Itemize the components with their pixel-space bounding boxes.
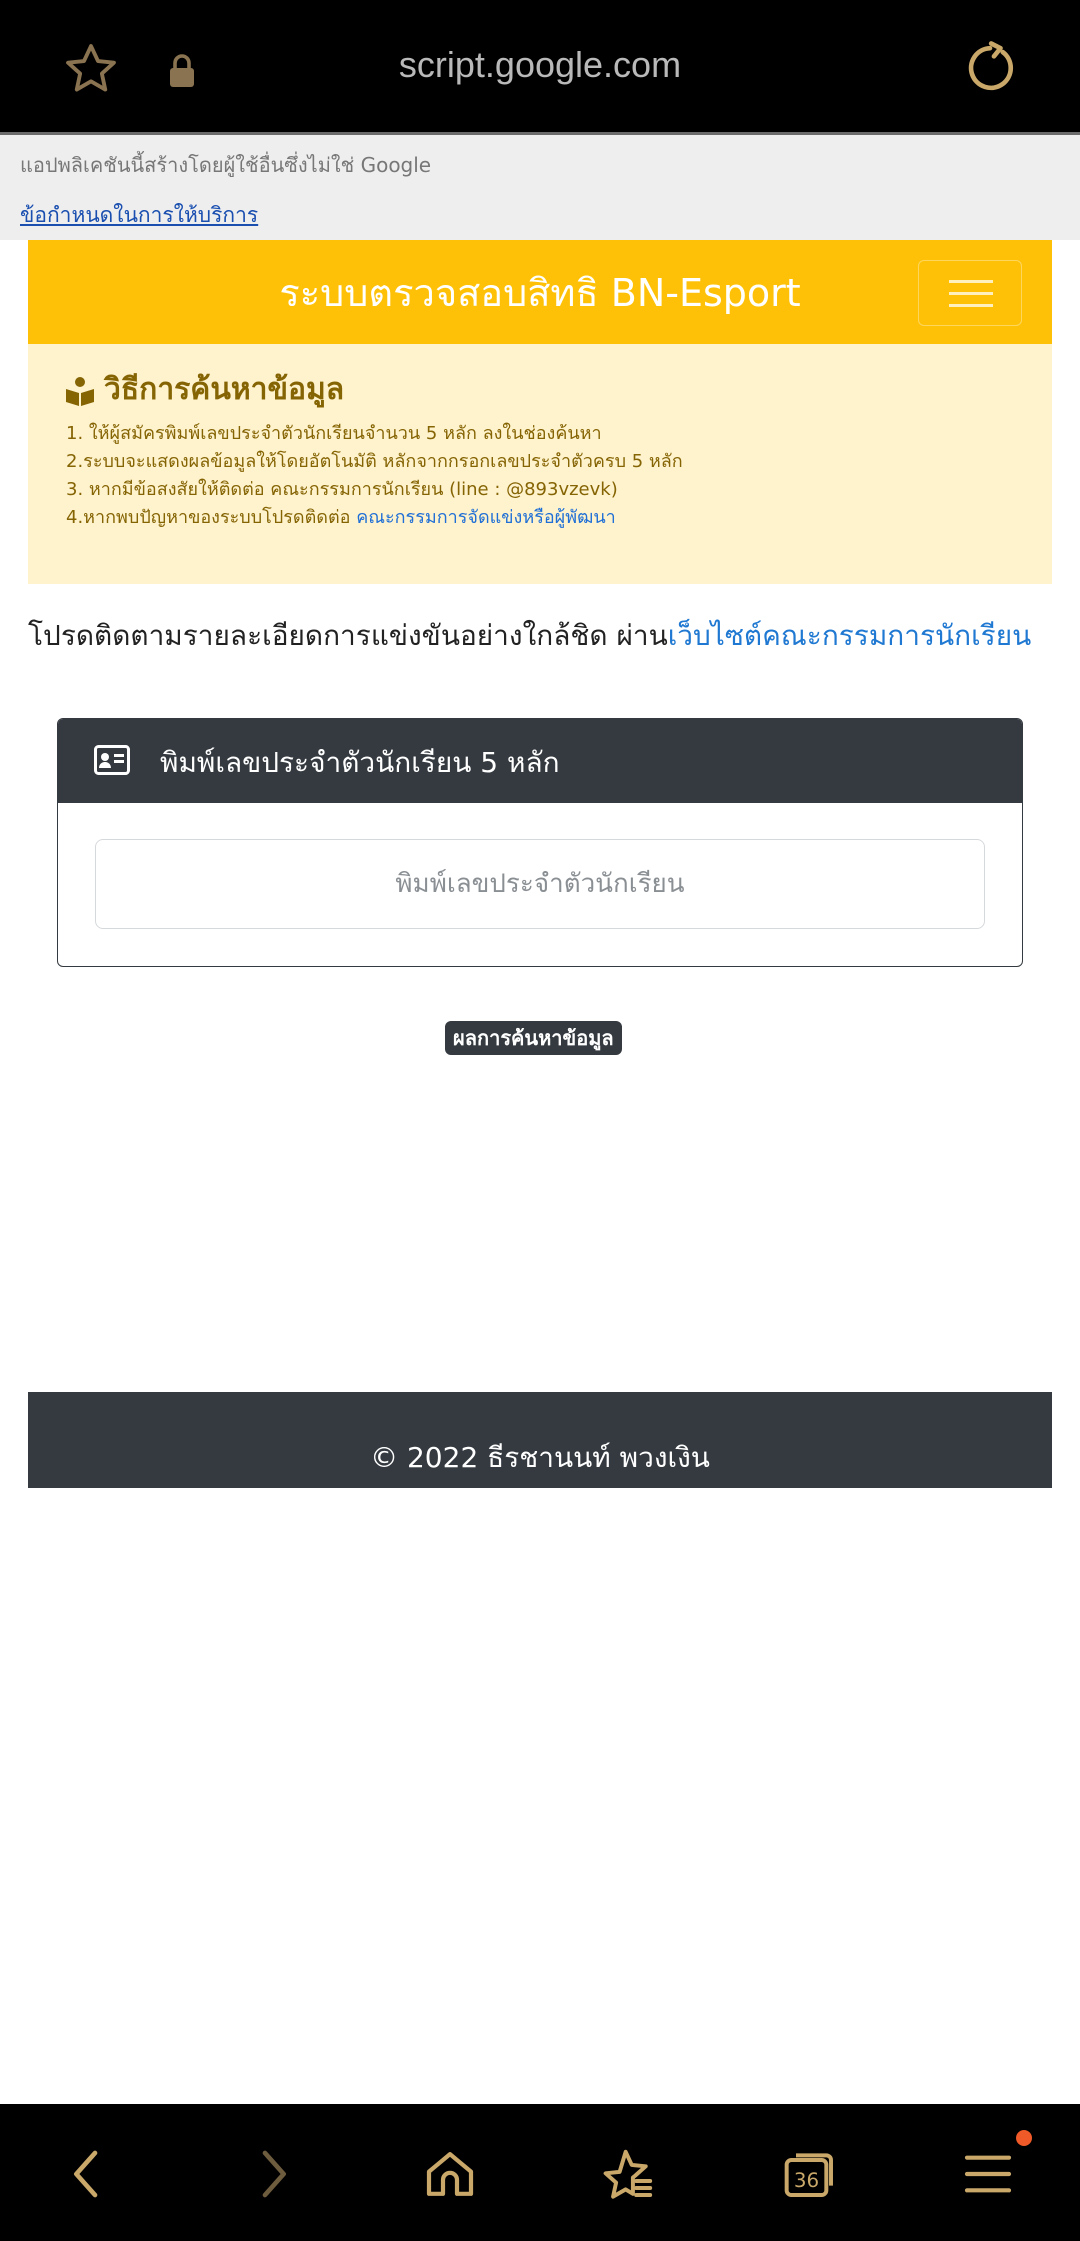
copyright-text: © 2022 ธีรชานนท์ พวงเงิน [370, 1441, 710, 1474]
home-icon[interactable] [422, 2146, 478, 2202]
card-header-title: พิมพ์เลขประจำตัวนักเรียน 5 หลัก [160, 746, 560, 779]
tab-count: 36 [794, 2169, 819, 2192]
address-bar-url[interactable]: script.google.com [0, 44, 1080, 86]
forward-icon[interactable] [244, 2146, 300, 2202]
back-icon[interactable] [60, 2146, 116, 2202]
instruction-item: 2.ระบบจะแสดงผลข้อมูลให้โดยอัตโนมัติ หลัก… [66, 451, 683, 472]
instruction-item: 4.หากพบปัญหาของระบบโปรดติดต่อ คณะกรรมการ… [66, 507, 616, 528]
bookmarks-icon[interactable] [600, 2146, 656, 2202]
navbar-toggle-button[interactable] [918, 260, 1022, 326]
notification-dot [1016, 2130, 1032, 2146]
student-id-search-card: พิมพ์เลขประจำตัวนักเรียน 5 หลัก [57, 718, 1023, 967]
tabs-icon[interactable]: 36 [782, 2146, 838, 2202]
browser-top-bar: script.google.com [0, 0, 1080, 135]
instructions-alert: วิธีการค้นหาข้อมูล 1. ให้ผู้สมัครพิมพ์เล… [28, 344, 1052, 584]
navbar-brand[interactable]: ระบบตรวจสอบสิทธิ BN-Esport [28, 262, 1052, 323]
menu-icon[interactable] [960, 2146, 1016, 2202]
reload-icon[interactable] [962, 40, 1018, 96]
student-council-website-link[interactable]: เว็บไซต์คณะกรรมการนักเรียน [668, 619, 1032, 652]
terms-of-service-link[interactable]: ข้อกำหนดในการให้บริการ [20, 199, 258, 232]
developer-contact-link[interactable]: คณะกรรมการจัดแข่งหรือผู้พัฒนา [356, 507, 616, 528]
page-footer: © 2022 ธีรชานนท์ พวงเงิน [28, 1392, 1052, 1488]
instruction-item: 3. หากมีข้อสงสัยให้ติดต่อ คณะกรรมการนักเ… [66, 479, 618, 500]
hamburger-icon [949, 280, 993, 283]
instruction-item: 1. ให้ผู้สมัครพิมพ์เลขประจำตัวนักเรียนจำ… [66, 423, 602, 444]
id-card-icon [94, 745, 130, 775]
instructions-title: วิธีการค้นหาข้อมูล [64, 366, 344, 413]
browser-bottom-bar: 36 [0, 2104, 1080, 2241]
search-results-badge: ผลการค้นหาข้อมูล [445, 1021, 622, 1055]
book-reader-icon [66, 376, 94, 406]
follow-notice: โปรดติดตามรายละเอียดการแข่งขันอย่างใกล้ช… [28, 619, 1032, 652]
site-navbar: ระบบตรวจสอบสิทธิ BN-Esport [28, 240, 1052, 344]
card-header: พิมพ์เลขประจำตัวนักเรียน 5 หลัก [58, 719, 1022, 803]
student-id-input[interactable] [95, 839, 985, 929]
notice-message: แอปพลิเคชันนี้สร้างโดยผู้ใช้อื่นซึ่งไม่ใ… [20, 153, 432, 177]
apps-script-notice: แอปพลิเคชันนี้สร้างโดยผู้ใช้อื่นซึ่งไม่ใ… [0, 135, 1080, 240]
instructions-list: 1. ให้ผู้สมัครพิมพ์เลขประจำตัวนักเรียนจำ… [66, 420, 683, 532]
